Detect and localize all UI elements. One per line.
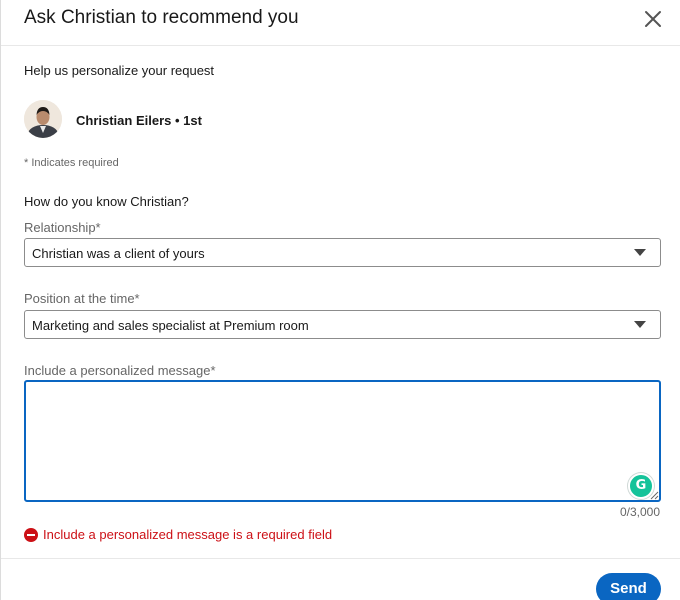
chevron-down-icon	[634, 321, 646, 328]
position-select-value: Marketing and sales specialist at Premiu…	[32, 318, 309, 333]
position-select[interactable]: Marketing and sales specialist at Premiu…	[24, 310, 661, 339]
close-icon	[645, 11, 661, 27]
person-name: Christian Eilers • 1st	[76, 113, 202, 128]
error-icon	[24, 528, 38, 542]
dialog-header: Ask Christian to recommend you	[1, 0, 680, 46]
message-textarea[interactable]	[26, 382, 659, 500]
relationship-question: How do you know Christian?	[24, 194, 189, 209]
dialog-subtitle: Help us personalize your request	[24, 63, 215, 78]
resize-handle-icon[interactable]	[649, 490, 659, 500]
close-button[interactable]	[641, 7, 665, 31]
required-note: * Indicates required	[24, 157, 119, 169]
dialog-title: Ask Christian to recommend you	[24, 7, 299, 28]
recommendation-dialog: Ask Christian to recommend you Help us p…	[0, 0, 680, 600]
send-button[interactable]: Send	[596, 573, 661, 600]
relationship-select[interactable]: Christian was a client of yours	[24, 238, 661, 267]
relationship-select-value: Christian was a client of yours	[32, 246, 205, 261]
message-input-container[interactable]	[24, 380, 661, 502]
relationship-label: Relationship*	[24, 220, 101, 235]
char-count: 0/3,000	[619, 505, 660, 519]
avatar	[24, 100, 62, 138]
chevron-down-icon	[634, 249, 646, 256]
dialog-footer	[1, 558, 680, 600]
error-text: Include a personalized message is a requ…	[43, 527, 333, 542]
position-label: Position at the time*	[24, 291, 140, 306]
message-label: Include a personalized message*	[24, 363, 216, 378]
